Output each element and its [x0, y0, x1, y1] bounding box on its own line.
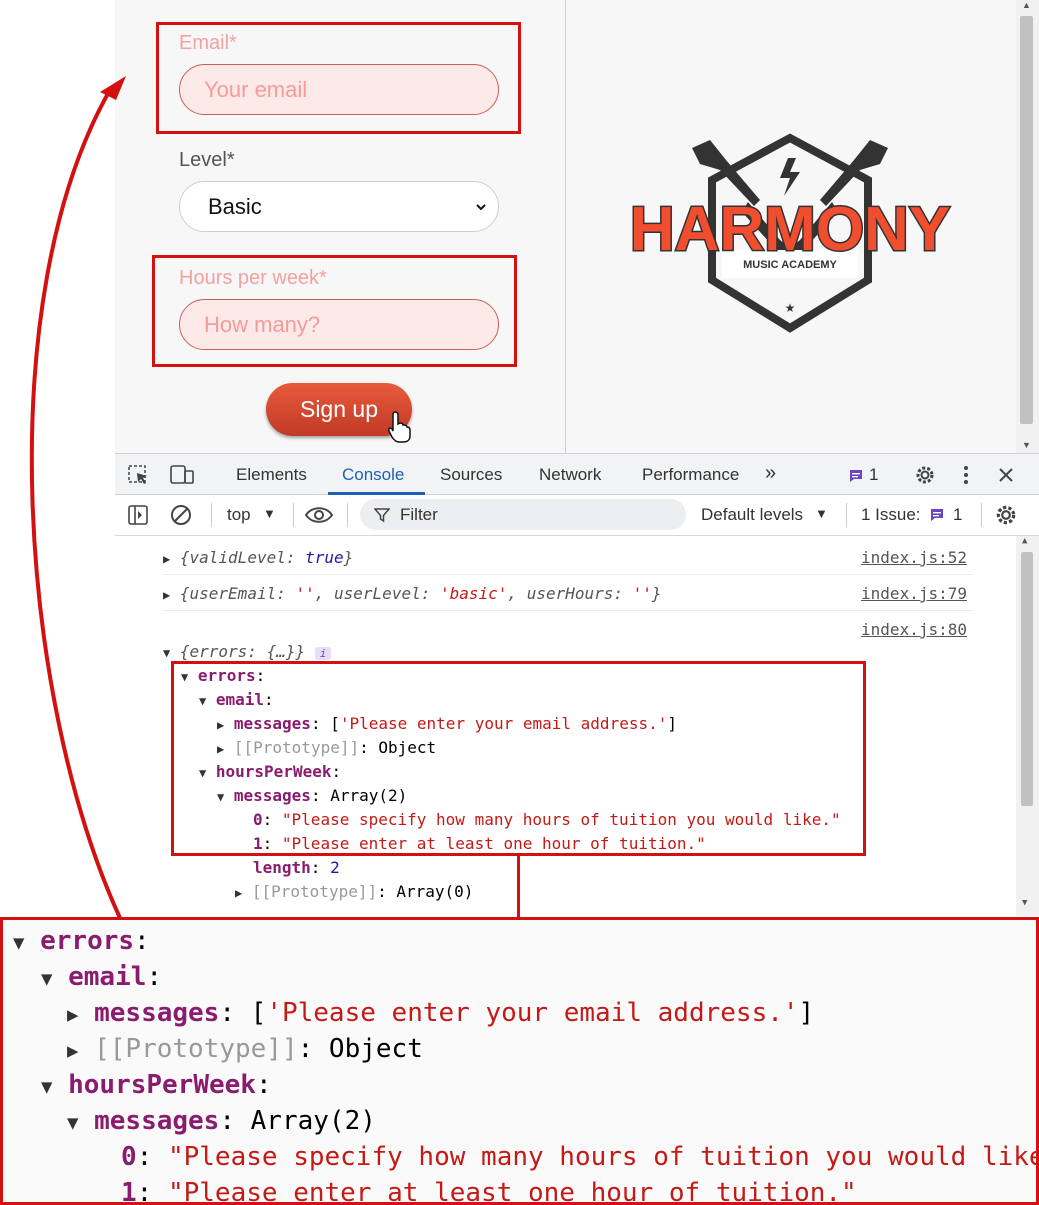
console-toolbar: top ▼ Filter Default levels ▼ 1 Issue: 1	[115, 495, 1039, 536]
levels-value: Default levels	[701, 505, 804, 524]
expand-triangle-icon[interactable]: ▶	[163, 588, 170, 602]
star-icon: ★	[785, 301, 796, 315]
zoom-node-hours: ▼ hoursPerWeek:	[41, 1070, 272, 1100]
more-tabs-icon[interactable]: »	[765, 462, 776, 485]
scroll-down-icon[interactable]: ▼	[1022, 898, 1027, 908]
close-icon[interactable]	[997, 466, 1015, 484]
toolbar-divider	[846, 503, 847, 527]
levels-dropdown[interactable]: Default levels ▼	[701, 505, 831, 527]
scroll-up-icon[interactable]: ▲	[1022, 0, 1031, 10]
log-entry[interactable]: ▶ {validLevel: true}	[163, 548, 353, 567]
lightning-icon	[780, 158, 800, 196]
issues-label: 1 Issue:	[861, 505, 921, 524]
highlight-errors-tree	[171, 661, 866, 856]
info-badge[interactable]: i	[314, 647, 332, 660]
collapse-triangle-icon[interactable]: ▼	[163, 646, 170, 660]
gear-icon[interactable]	[994, 503, 1018, 527]
gear-icon[interactable]	[914, 464, 936, 486]
filter-placeholder: Filter	[400, 505, 438, 524]
toolbar-divider	[211, 503, 212, 527]
app-scrollbar[interactable]: ▲ ▼	[1016, 0, 1039, 453]
toolbar-divider	[347, 503, 348, 527]
expand-triangle-icon[interactable]: ▶	[163, 552, 170, 566]
tab-sources[interactable]: Sources	[440, 465, 502, 485]
sidebar-toggle-icon[interactable]	[127, 504, 149, 526]
log-entry[interactable]: ▼ {errors: {…}} i	[163, 642, 332, 661]
filter-input[interactable]: Filter	[360, 499, 686, 530]
row-separator	[163, 574, 973, 575]
tab-network[interactable]: Network	[539, 465, 601, 485]
source-link[interactable]: index.js:52	[861, 548, 967, 567]
caret-down-icon: ▼	[263, 506, 276, 521]
issues-button[interactable]: 1 Issue: 1	[861, 505, 971, 527]
source-link[interactable]: index.js:79	[861, 584, 967, 603]
zoom-node-prototype: ▶ [[Prototype]]: Object	[67, 1034, 423, 1064]
zoom-node-errors: ▼ errors:	[13, 926, 150, 956]
zoom-node-messages: ▼ messages: Array(2)	[67, 1106, 376, 1136]
log-entry[interactable]: ▶ {userEmail: '', userLevel: 'basic', us…	[163, 584, 662, 603]
highlight-hours-field	[152, 255, 517, 367]
toolbar-divider	[981, 503, 982, 527]
chevron-down-icon	[476, 203, 486, 210]
expand-triangle-icon[interactable]: ▶	[235, 886, 242, 900]
logo-name: HARMONY	[630, 195, 950, 264]
filter-icon	[374, 508, 390, 523]
level-label: Level*	[179, 149, 235, 171]
issues-count: 1	[953, 505, 963, 524]
tree-node-prototype[interactable]: ▶ [[Prototype]]: Array(0)	[235, 882, 473, 901]
inspect-element-icon[interactable]	[127, 464, 151, 486]
caret-down-icon: ▼	[815, 506, 828, 521]
zoom-array-item: 1: "Please enter at least one hour of tu…	[121, 1178, 857, 1205]
devtools-tabbar: Elements Console Sources Network Perform…	[115, 453, 1039, 495]
level-select[interactable]: Basic	[179, 181, 499, 232]
tab-performance[interactable]: Performance	[642, 465, 739, 485]
zoom-node-email: ▼ email:	[41, 962, 163, 992]
toolbar-divider	[293, 503, 294, 527]
hand-cursor-icon	[388, 411, 411, 443]
clear-console-icon[interactable]	[169, 503, 193, 527]
context-select[interactable]: top ▼	[227, 505, 277, 527]
zoom-node-messages: ▶ messages: ['Please enter your email ad…	[67, 998, 815, 1028]
tab-elements[interactable]: Elements	[236, 465, 307, 485]
messages-count: 1	[869, 465, 879, 484]
highlight-email-field	[156, 22, 521, 134]
connector-line	[517, 856, 520, 918]
console-scrollbar-thumb[interactable]	[1021, 552, 1033, 806]
zoomed-errors-callout: ▼ errors: ▼ email: ▶ messages: ['Please …	[0, 917, 1039, 1205]
array-length: length: 2	[253, 858, 340, 877]
row-separator	[163, 610, 973, 611]
kebab-menu-icon[interactable]	[961, 464, 971, 486]
tab-console[interactable]: Console	[342, 465, 404, 485]
harmony-logo: MUSIC ACADEMY HARMONY ★	[630, 133, 952, 333]
console-scrollbar[interactable]: ▲ ▼	[1016, 536, 1039, 916]
device-toolbar-icon[interactable]	[169, 464, 195, 486]
scroll-down-icon[interactable]: ▼	[1022, 440, 1031, 450]
messages-icon	[931, 509, 943, 521]
scroll-up-icon[interactable]: ▲	[1022, 536, 1027, 546]
zoom-array-item: 0: "Please specify how many hours of tui…	[121, 1142, 1039, 1172]
context-value: top	[227, 505, 251, 524]
source-link[interactable]: index.js:80	[861, 620, 967, 639]
pane-divider	[565, 0, 566, 453]
eye-icon[interactable]	[304, 503, 334, 527]
level-select-value: Basic	[208, 193, 262, 219]
app-scrollbar-thumb[interactable]	[1020, 16, 1033, 424]
messages-icon[interactable]	[848, 468, 864, 484]
